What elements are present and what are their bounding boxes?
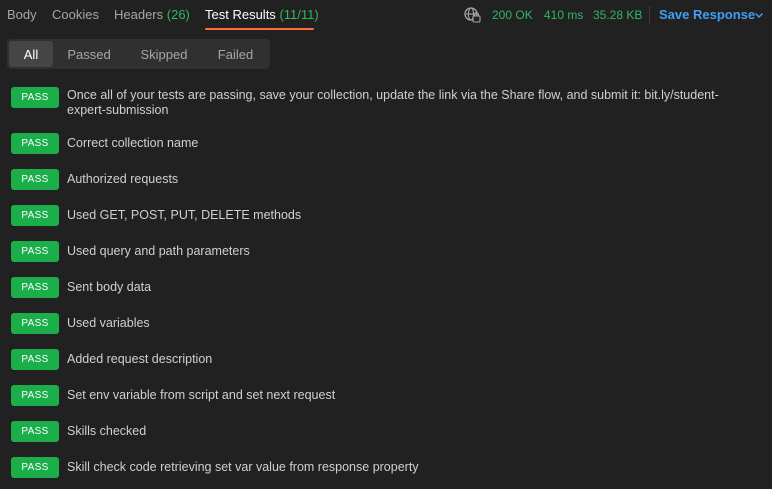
filter-passed[interactable]: Passed	[53, 41, 125, 67]
toolbar-divider	[649, 6, 650, 24]
pass-badge: PASS	[11, 457, 59, 478]
pass-badge: PASS	[11, 169, 59, 190]
test-results-filter: All Passed Skipped Failed	[7, 39, 270, 69]
active-tab-indicator	[205, 28, 314, 30]
save-response-button[interactable]: Save Response	[659, 7, 755, 22]
tab-test-results-count: (11/11)	[279, 7, 319, 22]
pass-badge: PASS	[11, 313, 59, 334]
pass-badge: PASS	[11, 87, 59, 108]
pass-badge: PASS	[11, 385, 59, 406]
pass-badge: PASS	[11, 421, 59, 442]
pass-badge: PASS	[11, 205, 59, 226]
chevron-down-icon[interactable]	[754, 10, 764, 20]
test-result-text: Used variables	[67, 316, 150, 330]
tab-headers[interactable]: Headers (26)	[114, 7, 190, 22]
filter-skipped[interactable]: Skipped	[125, 41, 203, 67]
tab-cookies[interactable]: Cookies	[52, 7, 99, 22]
pass-badge: PASS	[11, 241, 59, 262]
filter-failed[interactable]: Failed	[203, 41, 268, 67]
response-time[interactable]: 410 ms	[544, 8, 583, 22]
response-size[interactable]: 35.28 KB	[593, 8, 642, 22]
tab-headers-count: (26)	[166, 7, 190, 22]
test-result-text: Authorized requests	[67, 172, 179, 186]
test-result-text: Sent body data	[67, 280, 152, 294]
test-result-text: Used query and path parameters	[67, 244, 250, 258]
test-result-text: Set env variable from script and set nex…	[67, 388, 336, 402]
test-result-text: Skills checked	[67, 424, 147, 438]
tab-body[interactable]: Body	[7, 7, 37, 22]
test-result-text: Added request description	[67, 352, 213, 366]
tab-headers-label: Headers	[114, 7, 164, 22]
pass-badge: PASS	[11, 349, 59, 370]
pass-badge: PASS	[11, 133, 59, 154]
status-code[interactable]: 200 OK	[492, 8, 533, 22]
tab-test-results[interactable]: Test Results (11/11)	[205, 7, 319, 22]
tab-test-results-label: Test Results	[205, 7, 276, 22]
test-result-text: Skill check code retrieving set var valu…	[67, 460, 419, 474]
globe-icon[interactable]	[463, 6, 481, 24]
test-result-text: Used GET, POST, PUT, DELETE methods	[67, 208, 302, 222]
filter-all[interactable]: All	[9, 41, 53, 67]
test-result-text: Correct collection name	[67, 136, 199, 150]
response-tabs-bar: Body Cookies Headers (26) Test Results (…	[0, 0, 772, 30]
pass-badge: PASS	[11, 277, 59, 298]
test-result-text: Once all of your tests are passing, save…	[67, 88, 719, 117]
